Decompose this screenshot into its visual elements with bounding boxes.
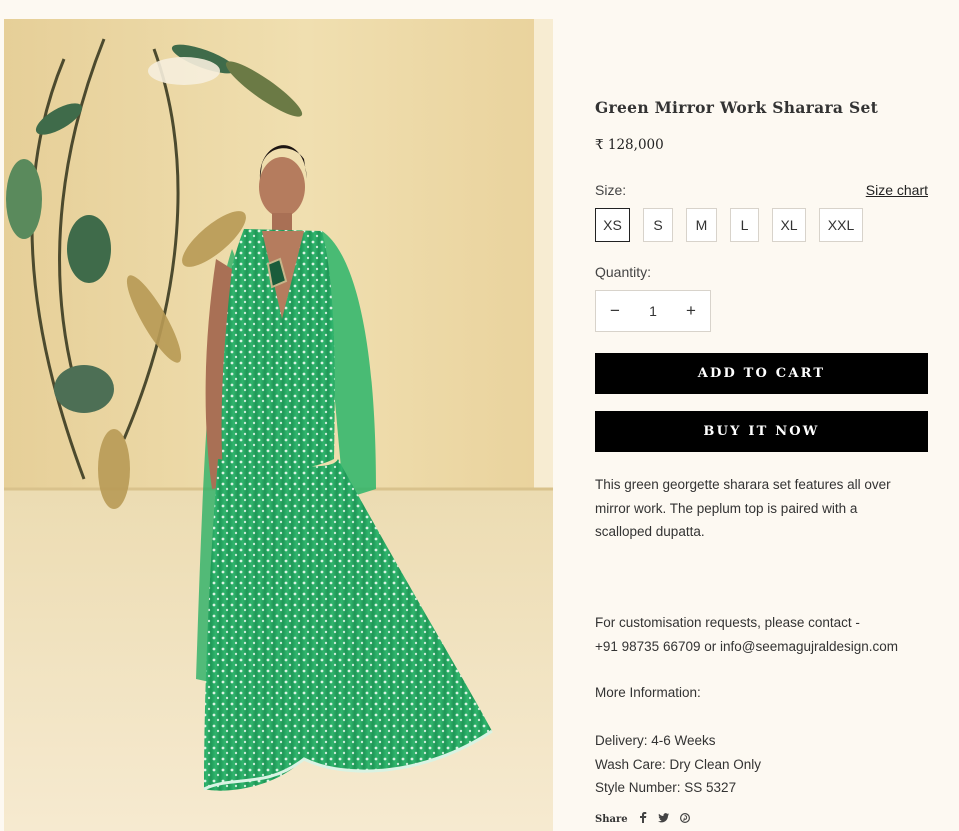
size-option-xl[interactable]: XL xyxy=(772,208,806,242)
twitter-icon[interactable] xyxy=(657,812,669,826)
product-photo xyxy=(4,19,553,831)
delivery-info: Delivery: 4-6 Weeks xyxy=(595,733,716,748)
contact-info: For customisation requests, please conta… xyxy=(595,611,898,658)
description-line: mirror work. The peplum top is paired wi… xyxy=(595,500,858,516)
minus-icon[interactable]: − xyxy=(596,301,634,321)
size-options: XS S M L XL XXL xyxy=(595,208,863,242)
facebook-icon[interactable] xyxy=(639,812,647,826)
more-info-heading: More Information: xyxy=(595,685,701,700)
wash-care-info: Wash Care: Dry Clean Only xyxy=(595,756,762,772)
contact-line: For customisation requests, please conta… xyxy=(595,615,860,630)
more-info-details: Delivery: 4-6 Weeks Wash Care: Dry Clean… xyxy=(595,729,761,800)
size-option-xs[interactable]: XS xyxy=(595,208,630,242)
size-option-l[interactable]: L xyxy=(730,208,759,242)
style-number: Style Number: SS 5327 xyxy=(595,780,737,795)
quantity-label: Quantity: xyxy=(595,264,652,280)
share-label: Share xyxy=(595,813,628,825)
product-title: Green Mirror Work Sharara Set xyxy=(595,98,879,117)
share-bar: Share xyxy=(595,812,690,826)
size-option-s[interactable]: S xyxy=(643,208,673,242)
size-option-xxl[interactable]: XXL xyxy=(819,208,863,242)
buy-it-now-button[interactable]: BUY IT NOW xyxy=(595,411,928,452)
size-chart-link[interactable]: Size chart xyxy=(866,182,928,198)
product-image[interactable] xyxy=(4,19,553,831)
plus-icon[interactable]: + xyxy=(672,301,710,321)
description-line: This green georgette sharara set feature… xyxy=(595,477,891,492)
product-description: This green georgette sharara set feature… xyxy=(595,473,891,544)
description-line: scalloped dupatta. xyxy=(595,524,705,539)
quantity-value[interactable]: 1 xyxy=(634,303,672,319)
size-label: Size: xyxy=(595,182,627,198)
add-to-cart-button[interactable]: ADD TO CART xyxy=(595,353,928,394)
product-price: ₹ 128,000 xyxy=(595,137,664,153)
contact-details: +91 98735 66709 or info@seemagujraldesig… xyxy=(595,638,899,654)
quantity-stepper: − 1 + xyxy=(595,290,711,332)
size-option-m[interactable]: M xyxy=(686,208,717,242)
pinterest-icon[interactable] xyxy=(679,812,690,826)
